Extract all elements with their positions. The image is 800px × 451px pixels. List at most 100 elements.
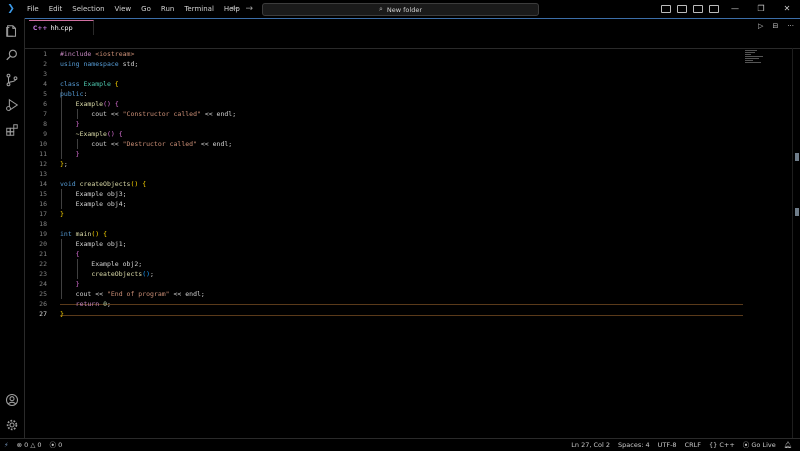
error-count: 0 — [24, 441, 29, 449]
search-icon[interactable] — [0, 43, 24, 67]
code-text: cout << "Destructor called" << endl; — [60, 139, 232, 149]
code-token: () — [142, 270, 151, 278]
indentation-setting[interactable]: Spaces: 4 — [614, 439, 654, 451]
tab-label: hh.cpp — [50, 24, 73, 32]
code-token: Example — [83, 80, 115, 88]
code-line: 25 cout << "End of program" << endl; — [25, 289, 743, 299]
line-number: 3 — [43, 70, 47, 78]
code-line: 24 } — [25, 279, 743, 289]
menu-terminal[interactable]: Terminal — [179, 0, 219, 18]
code-line: 14 void createObjects() { — [25, 179, 743, 189]
line-number: 18 — [39, 220, 47, 228]
menu-edit[interactable]: Edit — [44, 0, 68, 18]
line-number: 13 — [39, 170, 47, 178]
line-number: 6 — [43, 100, 47, 108]
go-live-button[interactable]: ⦿ Go Live — [739, 439, 780, 451]
code-line: 15 Example obj3; — [25, 189, 743, 199]
eol-setting[interactable]: CRLF — [681, 439, 705, 451]
code-editor[interactable]: 1 #include <iostream> 2 using namespace std… — [25, 49, 775, 437]
code-text: } — [60, 309, 64, 319]
menu-go[interactable]: Go — [136, 0, 156, 18]
minimize-button[interactable]: — — [722, 0, 748, 18]
code-token: } — [75, 150, 80, 158]
more-actions-icon[interactable]: ··· — [787, 22, 794, 30]
code-token: <iostream> — [95, 50, 135, 58]
restore-button[interactable]: ❐ — [748, 0, 774, 18]
code-line: 9 ~Example() { — [25, 129, 743, 139]
line-number: 17 — [39, 210, 47, 218]
line-number: 12 — [39, 160, 47, 168]
code-line: 16 Example obj4; — [25, 199, 743, 209]
code-token: cout << — [60, 140, 123, 148]
customize-layout-icon[interactable] — [709, 5, 719, 13]
back-arrow-icon[interactable]: ← — [231, 4, 239, 14]
activity-bar — [0, 18, 25, 438]
menu-run[interactable]: Run — [156, 0, 179, 18]
command-center-search[interactable]: ⌕ New folder — [262, 3, 539, 16]
line-number: 22 — [39, 260, 47, 268]
code-token: Example obj2; — [60, 260, 143, 268]
explorer-icon[interactable] — [0, 19, 24, 43]
title-bar-controls: — ❐ ✕ — [658, 0, 800, 18]
code-text: cout << "Constructor called" << endl; — [60, 109, 236, 119]
menu-view[interactable]: View — [110, 0, 137, 18]
code-text: { — [60, 249, 80, 259]
code-text: return 0; — [60, 299, 111, 309]
account-icon[interactable] — [0, 388, 24, 412]
code-text: Example obj4; — [60, 199, 127, 209]
code-text: public: — [60, 89, 87, 99]
code-token: "Destructor called" — [122, 140, 197, 148]
code-token: { — [75, 250, 80, 258]
code-line: 4 class Example { — [25, 79, 743, 89]
code-line: 18 — [25, 219, 743, 229]
forward-arrow-icon[interactable]: → — [246, 4, 254, 14]
settings-gear-icon[interactable] — [0, 413, 24, 437]
tab-hh-cpp[interactable]: C++ hh.cpp — [29, 20, 94, 35]
broadcast-icon: ⦿ — [49, 441, 57, 449]
split-editor-icon[interactable]: ⊟ — [772, 22, 778, 30]
code-line: 10 cout << "Destructor called" << endl; — [25, 139, 743, 149]
menu-file[interactable]: File — [22, 0, 44, 18]
language-mode[interactable]: {} C++ — [705, 439, 739, 451]
source-control-icon[interactable] — [0, 68, 24, 92]
code-line: 20 Example obj1; — [25, 239, 743, 249]
warning-icon: △ — [30, 441, 36, 449]
vertical-scrollbar[interactable] — [792, 48, 800, 438]
cursor-position[interactable]: Ln 27, Col 2 — [567, 439, 614, 451]
code-token: } — [60, 210, 64, 218]
toggle-panel-icon[interactable] — [677, 5, 687, 13]
code-token: "Constructor called" — [122, 110, 201, 118]
notifications-bell-icon[interactable]: 🔔︎ — [780, 439, 796, 451]
toggle-secondary-sidebar-icon[interactable] — [693, 5, 703, 13]
line-number: 14 — [39, 180, 47, 188]
code-text: }; — [60, 159, 68, 169]
extensions-icon[interactable] — [0, 118, 24, 142]
code-token: Example obj1; — [60, 240, 127, 248]
code-token: cout << — [60, 110, 123, 118]
close-window-button[interactable]: ✕ — [774, 0, 800, 18]
menu-selection[interactable]: Selection — [67, 0, 109, 18]
code-token: ~Example — [75, 130, 107, 138]
remote-indicator-icon[interactable]: ⚡ — [0, 439, 13, 451]
code-token: } — [75, 280, 80, 288]
run-debug-icon[interactable] — [0, 93, 24, 117]
code-token: { — [142, 180, 147, 188]
minimap[interactable] — [745, 50, 775, 70]
problems-indicator[interactable]: ⊗ 0 △ 0 — [13, 439, 46, 451]
code-token: void — [60, 180, 80, 188]
run-file-icon[interactable]: ▷ — [758, 22, 763, 30]
toggle-sidebar-icon[interactable] — [661, 5, 671, 13]
encoding-setting[interactable]: UTF-8 — [654, 439, 681, 451]
code-line: 26 return 0; — [25, 299, 743, 309]
line-number: 19 — [39, 230, 47, 238]
line-number: 23 — [39, 270, 47, 278]
ports-indicator[interactable]: ⦿ 0 — [46, 439, 67, 451]
search-icon: ⌕ — [378, 5, 383, 13]
code-line: 3 — [25, 69, 743, 79]
